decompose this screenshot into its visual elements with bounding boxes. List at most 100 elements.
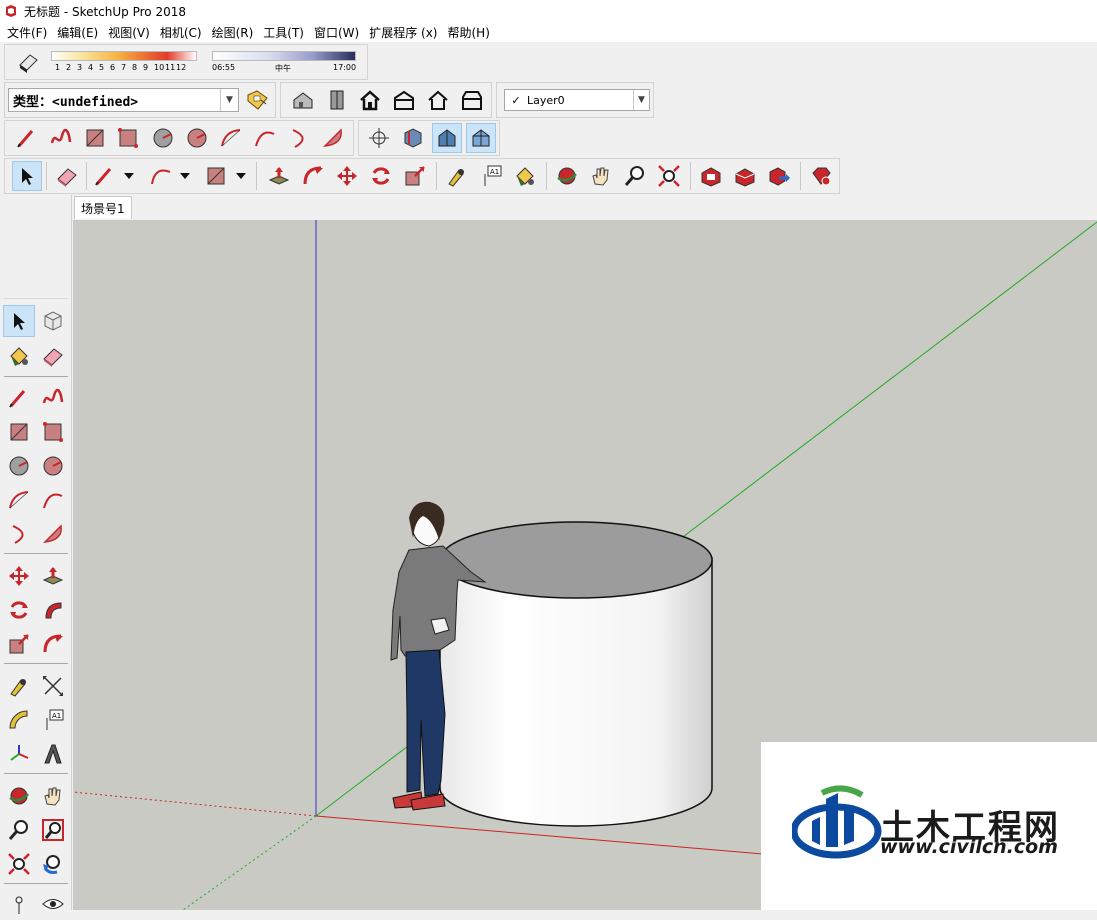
line-tool-button[interactable] [12,123,42,153]
text-tool-button[interactable]: A1 [476,161,506,191]
zoom-extents-button[interactable] [3,848,35,880]
share-model-icon [735,168,755,187]
two-point-arc-tool-button[interactable] [250,123,280,153]
arc-tool-button[interactable] [3,484,35,516]
month-slider[interactable] [51,51,197,61]
menu-extensions[interactable]: 扩展程序 (x) [364,24,442,41]
menu-tools[interactable]: 工具(T) [258,24,309,41]
layer-select-value: Layer0 [527,93,565,107]
classifier-button[interactable] [243,85,273,115]
line-tools-dropdown[interactable] [122,161,136,191]
menu-window[interactable]: 窗口(W) [309,24,364,41]
time-slider[interactable] [212,51,356,61]
title-bar: 无标题 - SketchUp Pro 2018 [0,0,1097,22]
3d-text-tool-button[interactable] [37,738,69,770]
rectangle-tool-button[interactable] [3,416,35,448]
shadow-toggle-button[interactable] [13,48,43,78]
orbit-tool-button[interactable] [552,161,582,191]
zoom-extents-button[interactable] [654,161,684,191]
text-tool-button[interactable]: A1 [37,704,69,736]
view-top-button[interactable] [322,85,352,115]
orbit-tool-button[interactable] [3,780,35,812]
line-tool-button[interactable] [3,382,35,414]
type-select[interactable]: 类型：<undefined> ▼ [8,88,239,112]
freehand-tool-button[interactable] [46,123,76,153]
shape-tool-button[interactable] [201,161,231,191]
zoom-tool-button[interactable] [620,161,650,191]
follow-me-tool-button[interactable] [298,161,328,191]
rotated-rectangle-tool-button[interactable] [37,416,69,448]
three-point-arc-tool-button[interactable] [3,518,35,550]
scale-tool-button[interactable] [400,161,430,191]
view-left-button[interactable] [457,85,487,115]
menu-help[interactable]: 帮助(H) [442,24,494,41]
polygon-tool-button[interactable] [37,450,69,482]
pan-tool-button[interactable] [586,161,616,191]
pie-tool-button[interactable] [37,518,69,550]
shaded-view-button[interactable] [432,123,462,153]
scale-tool-button[interactable] [3,628,35,660]
view-right-button[interactable] [389,85,419,115]
previous-view-button[interactable] [37,848,69,880]
select-tool-button[interactable] [12,161,42,191]
pie-tool-button[interactable] [318,123,348,153]
rotate-tool-button[interactable] [3,594,35,626]
protractor-tool-button[interactable] [3,704,35,736]
push-pull-tool-button[interactable] [37,560,69,592]
upload-component-button[interactable] [764,161,794,191]
rectangle-tool-button[interactable] [80,123,110,153]
menu-draw[interactable]: 绘图(R) [207,24,259,41]
extension-warehouse-button[interactable] [806,161,836,191]
menu-file[interactable]: 文件(F) [2,24,52,41]
arc-tools-dropdown[interactable] [178,161,192,191]
make-component-button[interactable] [37,305,69,337]
dimension-tool-button[interactable] [37,670,69,702]
view-back-button[interactable] [423,85,453,115]
offset-tool-button[interactable] [37,628,69,660]
paint-bucket-tool-button[interactable] [510,161,540,191]
cylinder[interactable] [439,521,713,827]
warehouse-button[interactable] [696,161,726,191]
circle-tool-button[interactable] [148,123,178,153]
menu-edit[interactable]: 编辑(E) [52,24,103,41]
rotated-rectangle-tool-button[interactable] [113,123,143,153]
zoom-window-icon [42,819,64,841]
zoom-tool-button[interactable] [3,814,35,846]
share-model-button[interactable] [730,161,760,191]
shape-tools-dropdown[interactable] [234,161,248,191]
look-around-button[interactable] [37,888,69,920]
position-camera-button[interactable] [364,123,394,153]
view-front-button[interactable] [355,85,385,115]
paint-bucket-tool-button[interactable] [3,340,35,372]
section-box-button[interactable] [398,123,428,153]
select-tool-button[interactable] [3,305,35,337]
rotate-tool-button[interactable] [366,161,396,191]
view-iso-button[interactable] [288,85,318,115]
scene-tab-1[interactable]: 场景号1 [74,196,132,219]
follow-me-tool-button[interactable] [37,594,69,626]
axes-tool-button[interactable] [3,738,35,770]
three-point-arc-tool-button[interactable] [284,123,314,153]
push-pull-tool-button[interactable] [264,161,294,191]
eraser-tool-button[interactable] [37,340,69,372]
arc-tool-button[interactable] [216,123,246,153]
menu-camera[interactable]: 相机(C) [155,24,207,41]
position-camera-button[interactable] [3,888,35,920]
move-tool-button[interactable] [332,161,362,191]
menu-view[interactable]: 视图(V) [103,24,155,41]
two-point-arc-tool-button[interactable] [37,484,69,516]
shadow-eraser-icon [19,54,38,73]
pan-tool-button[interactable] [37,780,69,812]
freehand-tool-button[interactable] [37,382,69,414]
tape-measure-tool-button[interactable] [442,161,472,191]
line-tool-button[interactable] [90,161,120,191]
tape-measure-tool-button[interactable] [3,670,35,702]
layer-select[interactable]: ✓ Layer0 ▼ [504,89,650,111]
circle-tool-button[interactable] [3,450,35,482]
textured-view-button[interactable] [466,123,496,153]
move-tool-button[interactable] [3,560,35,592]
zoom-window-tool-button[interactable] [37,814,69,846]
eraser-tool-button[interactable] [52,161,82,191]
arc-tool-button[interactable] [146,161,176,191]
polygon-tool-button[interactable] [182,123,212,153]
